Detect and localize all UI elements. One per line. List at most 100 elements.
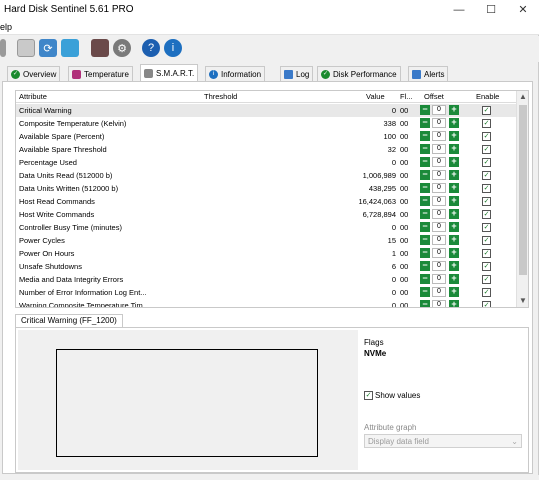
enable-checkbox[interactable]: ✓ bbox=[482, 132, 491, 141]
header-value[interactable]: Value bbox=[366, 92, 385, 101]
offset-value[interactable]: 0 bbox=[432, 105, 446, 115]
minus-icon[interactable]: − bbox=[420, 118, 430, 128]
enable-checkbox[interactable]: ✓ bbox=[482, 288, 491, 297]
plus-icon[interactable]: + bbox=[449, 183, 459, 193]
offset-value[interactable]: 0 bbox=[432, 209, 446, 219]
enable-checkbox[interactable]: ✓ bbox=[482, 275, 491, 284]
plus-icon[interactable]: + bbox=[449, 274, 459, 284]
header-flags[interactable]: Fl... bbox=[400, 92, 413, 101]
disk-tool-icon[interactable] bbox=[91, 39, 109, 57]
enable-checkbox[interactable]: ✓ bbox=[482, 158, 491, 167]
table-row[interactable]: Available Spare (Percent) 100 00 −0 + ✓ bbox=[16, 130, 516, 143]
plus-icon[interactable]: + bbox=[449, 196, 459, 206]
show-values-checkbox[interactable]: ✓ bbox=[364, 391, 373, 400]
minimize-button[interactable]: — bbox=[443, 0, 475, 20]
table-row[interactable]: Controller Busy Time (minutes) 0 00−0 + ✓ bbox=[16, 221, 516, 234]
offset-value[interactable]: 0 bbox=[432, 118, 446, 128]
plus-icon[interactable]: + bbox=[449, 222, 459, 232]
tab-alerts[interactable]: Alerts bbox=[408, 66, 449, 81]
minus-icon[interactable]: − bbox=[420, 170, 430, 180]
table-row[interactable]: Data Units Written (512000 b) 438,295 00 −0… bbox=[16, 182, 516, 195]
enable-checkbox[interactable]: ✓ bbox=[482, 119, 491, 128]
tab-temperature[interactable]: Temperature bbox=[68, 66, 133, 81]
menu-help[interactable]: elp bbox=[0, 22, 12, 32]
table-row[interactable]: Warning Composite Temperature Tim... 0 00−… bbox=[16, 299, 516, 307]
table-scrollbar[interactable]: ▲ ▼ bbox=[516, 91, 528, 307]
minus-icon[interactable]: − bbox=[420, 261, 430, 271]
table-row[interactable]: Power Cycles 15 00 −0 + ✓ bbox=[16, 234, 516, 247]
help-icon[interactable]: ? bbox=[142, 39, 160, 57]
offset-value[interactable]: 0 bbox=[432, 222, 446, 232]
tab-attribute-detail[interactable]: Critical Warning (FF_1200) bbox=[15, 314, 123, 328]
header-offset[interactable]: Offset bbox=[424, 92, 444, 101]
enable-checkbox[interactable]: ✓ bbox=[482, 145, 491, 154]
plus-icon[interactable]: + bbox=[449, 261, 459, 271]
scroll-up-icon[interactable]: ▲ bbox=[517, 91, 528, 103]
header-attribute[interactable]: Attribute bbox=[19, 92, 47, 101]
enable-checkbox[interactable]: ✓ bbox=[482, 171, 491, 180]
enable-checkbox[interactable]: ✓ bbox=[482, 106, 491, 115]
report-icon[interactable] bbox=[17, 39, 35, 57]
minus-icon[interactable]: − bbox=[420, 157, 430, 167]
enable-checkbox[interactable]: ✓ bbox=[482, 197, 491, 206]
table-row[interactable]: Percentage Used 0 00−0 + ✓ bbox=[16, 156, 516, 169]
smart-attribute-table[interactable]: Attribute Threshold Value Fl... Offset E… bbox=[15, 90, 529, 308]
plus-icon[interactable]: + bbox=[449, 118, 459, 128]
minus-icon[interactable]: − bbox=[420, 209, 430, 219]
plus-icon[interactable]: + bbox=[449, 209, 459, 219]
settings-icon[interactable]: ⚙ bbox=[113, 39, 131, 57]
plus-icon[interactable]: + bbox=[449, 170, 459, 180]
table-row[interactable]: Number of Error Information Log Ent... 0 0… bbox=[16, 286, 516, 299]
offset-value[interactable]: 0 bbox=[432, 235, 446, 245]
offset-value[interactable]: 0 bbox=[432, 300, 446, 307]
offset-value[interactable]: 0 bbox=[432, 183, 446, 193]
plus-icon[interactable]: + bbox=[449, 131, 459, 141]
scroll-down-icon[interactable]: ▼ bbox=[517, 295, 528, 307]
close-button[interactable]: ✕ bbox=[507, 0, 539, 20]
plus-icon[interactable]: + bbox=[449, 157, 459, 167]
offset-value[interactable]: 0 bbox=[432, 261, 446, 271]
table-row[interactable]: Power On Hours 1 00 −0 + ✓ bbox=[16, 247, 516, 260]
plus-icon[interactable]: + bbox=[449, 105, 459, 115]
enable-checkbox[interactable]: ✓ bbox=[482, 249, 491, 258]
refresh-icon[interactable]: ⟳ bbox=[39, 39, 57, 57]
tab-overview[interactable]: ✓ Overview bbox=[7, 66, 61, 81]
offset-value[interactable]: 0 bbox=[432, 170, 446, 180]
minus-icon[interactable]: − bbox=[420, 222, 430, 232]
minus-icon[interactable]: − bbox=[420, 131, 430, 141]
offset-value[interactable]: 0 bbox=[432, 274, 446, 284]
enable-checkbox[interactable]: ✓ bbox=[482, 210, 491, 219]
arrow-icon[interactable] bbox=[0, 39, 6, 57]
info-icon[interactable]: i bbox=[164, 39, 182, 57]
offset-value[interactable]: 0 bbox=[432, 157, 446, 167]
header-threshold[interactable]: Threshold bbox=[204, 92, 237, 101]
minus-icon[interactable]: − bbox=[420, 196, 430, 206]
minus-icon[interactable]: − bbox=[420, 274, 430, 284]
tab-disk-performance[interactable]: ✓ Disk Performance bbox=[317, 66, 401, 81]
tab-smart[interactable]: S.M.A.R.T. bbox=[140, 64, 199, 81]
header-enable[interactable]: Enable bbox=[476, 92, 499, 101]
plus-icon[interactable]: + bbox=[449, 248, 459, 258]
enable-checkbox[interactable]: ✓ bbox=[482, 301, 491, 307]
scroll-thumb[interactable] bbox=[519, 105, 527, 275]
plus-icon[interactable]: + bbox=[449, 287, 459, 297]
attribute-graph-select[interactable]: Display data field ⌄ bbox=[364, 434, 522, 448]
table-row[interactable]: Media and Data Integrity Errors 0 00−0 + ✓ bbox=[16, 273, 516, 286]
minus-icon[interactable]: − bbox=[420, 144, 430, 154]
minus-icon[interactable]: − bbox=[420, 183, 430, 193]
maximize-button[interactable]: ☐ bbox=[475, 0, 507, 20]
offset-value[interactable]: 0 bbox=[432, 144, 446, 154]
table-row[interactable]: Host Write Commands 6,728,894 00 −0 + ✓ bbox=[16, 208, 516, 221]
enable-checkbox[interactable]: ✓ bbox=[482, 262, 491, 271]
enable-checkbox[interactable]: ✓ bbox=[482, 223, 491, 232]
minus-icon[interactable]: − bbox=[420, 287, 430, 297]
table-row[interactable]: Critical Warning 0 00−0 + ✓ bbox=[16, 104, 516, 117]
table-row[interactable]: Composite Temperature (Kelvin) 338 00 −0 + ✓ bbox=[16, 117, 516, 130]
show-values-option[interactable]: ✓ Show values bbox=[364, 391, 420, 400]
offset-value[interactable]: 0 bbox=[432, 248, 446, 258]
minus-icon[interactable]: − bbox=[420, 235, 430, 245]
plus-icon[interactable]: + bbox=[449, 235, 459, 245]
enable-checkbox[interactable]: ✓ bbox=[482, 236, 491, 245]
offset-value[interactable]: 0 bbox=[432, 196, 446, 206]
offset-value[interactable]: 0 bbox=[432, 131, 446, 141]
